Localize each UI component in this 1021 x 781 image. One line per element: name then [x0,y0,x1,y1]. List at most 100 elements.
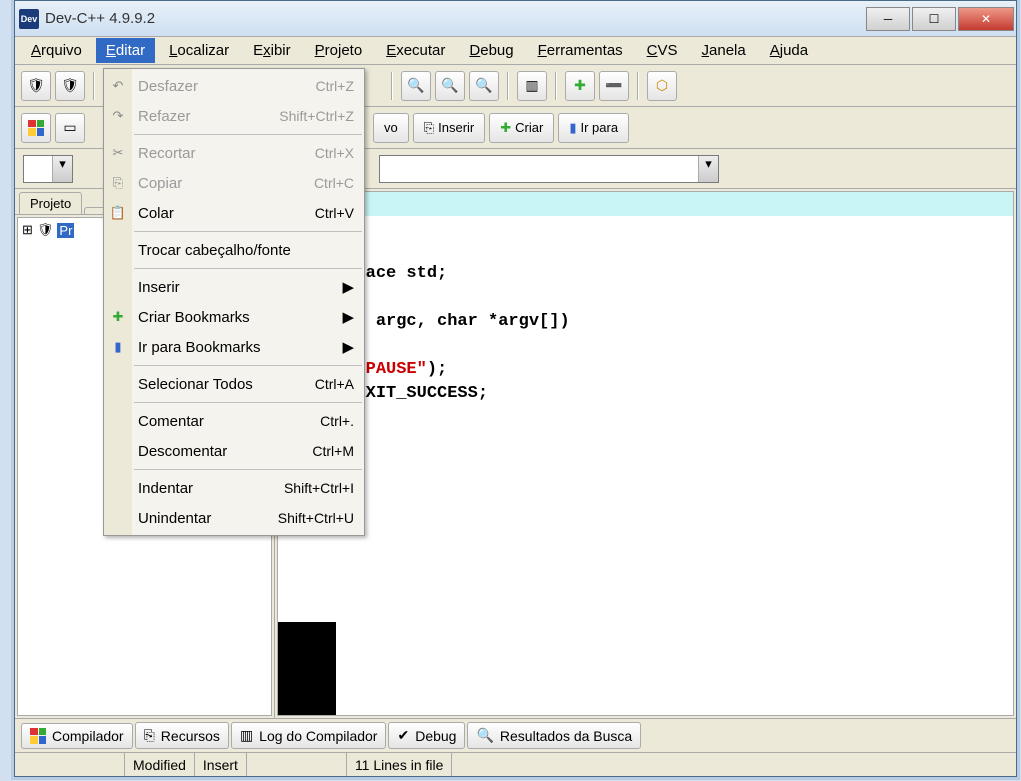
menu-projeto[interactable]: Projeto [305,38,373,63]
bookmark-icon: ▮ [569,120,576,136]
menu-cvs[interactable]: CVS [637,38,688,63]
bottomtab-resultados-da-busca[interactable]: 🔍 Resultados da Busca [467,722,641,749]
menu-exibir[interactable]: Exibir [243,38,301,63]
menuitem-selecionar-todos[interactable]: Selecionar TodosCtrl+A [104,369,364,399]
maximize-button[interactable]: ☐ [912,7,956,31]
status-blank [15,753,125,776]
code-line: g namespace std; [278,264,1013,288]
menuitem-refazer: ↷RefazerShift+Ctrl+Z [104,101,364,131]
menuitem-recortar: ✂RecortarCtrl+X [104,138,364,168]
menu-janela[interactable]: Janela [692,38,756,63]
editor-gutter [278,622,336,715]
statusbar: Modified Insert 11 Lines in file [15,752,1016,776]
code-editor[interactable]: lude lude g namespace std;main(int argc,… [277,191,1014,716]
tab-label: Debug [415,728,456,744]
submenu-arrow-icon: ▶ [342,338,354,356]
zoom-out-icon[interactable]: 🔍 [435,71,465,101]
menu-localizar[interactable]: Localizar [159,38,239,63]
criar-button[interactable]: ✚Criar [489,113,554,143]
titlebar: Dev Dev-C++ 4.9.9.2 ─ ☐ ✕ [15,1,1016,37]
tab-label: Compilador [52,728,124,744]
menuitem-shortcut: Ctrl+. [320,413,354,429]
menuitem-trocar-cabe-alho-fonte[interactable]: Trocar cabeçalho/fonte [104,235,364,265]
tab-projeto[interactable]: Projeto [19,192,82,214]
tab-icon: 🔍 [476,727,493,744]
expand-icon[interactable]: ⊞ [22,222,33,238]
remove-icon[interactable]: ➖ [599,71,629,101]
menuitem-icon: ⎘ [108,173,128,193]
layout-icon-1[interactable] [21,113,51,143]
menuitem-label: Refazer [138,108,191,125]
vo-button[interactable]: vo [373,113,409,143]
code-line: lude [278,192,1013,216]
menuitem-shortcut: Ctrl+M [312,443,354,459]
menuitem-label: Criar Bookmarks [138,309,250,326]
bottomtab-recursos[interactable]: ⎘Recursos [135,722,229,749]
zoom-in-icon[interactable]: 🔍 [401,71,431,101]
code-line [278,288,1013,312]
menuitem-label: Comentar [138,413,204,430]
layout-icon-2[interactable]: ▭ [55,113,85,143]
menuitem-label: Unindentar [138,510,211,527]
tb-icon-1[interactable]: 🛡 [21,71,51,101]
menuitem-criar-bookmarks[interactable]: ✚ Criar Bookmarks ▶ [104,302,364,332]
menuitem-shortcut: Ctrl+X [315,145,354,161]
tab-label: Log do Compilador [259,728,377,744]
menuitem-shortcut: Ctrl+C [314,175,354,191]
irpara-button[interactable]: ▮Ir para [558,113,629,143]
menu-editar[interactable]: Editar [96,38,155,63]
bottom-tabs: Compilador ⎘Recursos▥Log do Compilador ✔ De… [15,718,1016,752]
menuitem-indentar[interactable]: IndentarShift+Ctrl+I [104,473,364,503]
menuitem-desfazer: ↶DesfazerCtrl+Z [104,71,364,101]
bottomtab-compilador[interactable]: Compilador [21,723,133,749]
minimize-button[interactable]: ─ [866,7,910,31]
menuitem-shortcut: Ctrl+V [315,205,354,221]
code-line: lude [278,216,1013,240]
zoom-reset-icon[interactable]: 🔍 [469,71,499,101]
add-icon[interactable]: ✚ [565,71,595,101]
menuitem-label: Copiar [138,175,182,192]
menuitem-comentar[interactable]: Comentar Ctrl+. [104,406,364,436]
goto-icon[interactable]: ▥ [517,71,547,101]
close-button[interactable]: ✕ [958,7,1014,31]
dropdown-1[interactable]: ▾ [23,155,73,183]
bottomtab-log-do-compilador[interactable]: ▥Log do Compilador [231,722,387,749]
grid-icon [30,728,46,744]
menu-ajuda[interactable]: Ajuda [760,38,818,63]
menuitem-descomentar[interactable]: DescomentarCtrl+M [104,436,364,466]
menuitem-ir-para-bookmarks[interactable]: ▮ Ir para Bookmarks ▶ [104,332,364,362]
shield-icon: 🛡 [37,222,54,238]
menuitem-icon: ✂ [108,143,128,163]
menuitem-colar[interactable]: 📋ColarCtrl+V [104,198,364,228]
menuitem-label: Ir para Bookmarks [138,339,261,356]
menuitem-icon: ▮ [108,337,128,357]
menu-ferramentas[interactable]: Ferramentas [528,38,633,63]
dropdown-2[interactable]: ▾ [379,155,719,183]
chevron-down-icon[interactable]: ▾ [698,156,718,182]
menu-arquivo[interactable]: Arquivo [21,38,92,63]
bottomtab-debug[interactable]: ✔ Debug [388,722,465,749]
code-line [278,240,1013,264]
shield-icon[interactable]: ⬡ [647,71,677,101]
tab-label: Recursos [161,728,220,744]
chevron-down-icon[interactable]: ▾ [52,156,72,182]
menuitem-inserir[interactable]: Inserir▶ [104,272,364,302]
tab-label: Resultados da Busca [500,728,632,744]
menuitem-shortcut: Ctrl+Z [316,78,355,94]
menu-debug[interactable]: Debug [459,38,523,63]
menu-executar[interactable]: Executar [376,38,455,63]
menuitem-label: Indentar [138,480,193,497]
menuitem-shortcut: Shift+Ctrl+Z [279,108,354,124]
status-blank2 [247,753,347,776]
inserir-button[interactable]: ⎘Inserir [413,113,486,143]
menuitem-icon: ✚ [108,307,128,327]
tb-icon-2[interactable]: 🛡 [55,71,85,101]
status-modified: Modified [125,753,195,776]
menuitem-label: Inserir [138,279,180,296]
menubar: ArquivoEditarLocalizarExibirProjetoExecu… [15,37,1016,65]
submenu-arrow-icon: ▶ [342,308,354,326]
menuitem-unindentar[interactable]: UnindentarShift+Ctrl+U [104,503,364,533]
tab-icon: ✔ [397,727,409,744]
code-line: system("PAUSE"); [278,360,1013,384]
status-lines: 11 Lines in file [347,753,452,776]
